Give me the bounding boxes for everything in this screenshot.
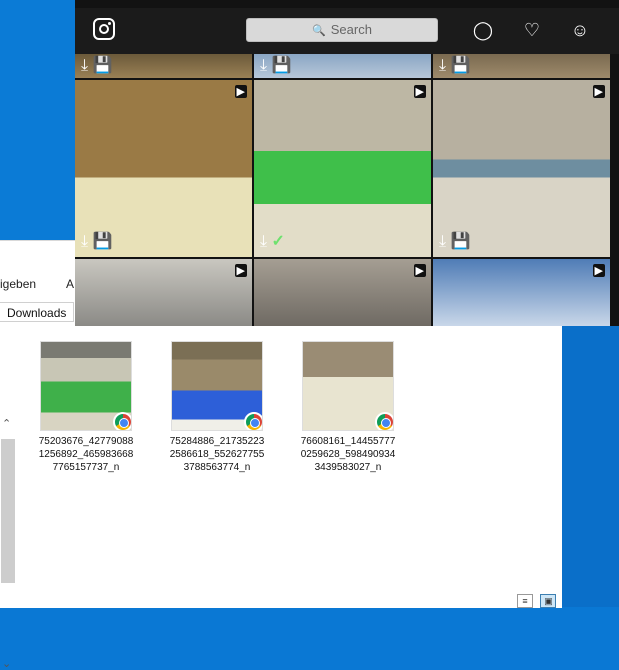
- video-icon: ▶: [234, 264, 247, 277]
- download-save-icons[interactable]: ⤓ 💾: [439, 55, 470, 75]
- scrollbar[interactable]: ⌃ ⌄: [0, 327, 16, 670]
- instagram-header: 🔍 Search ◯ ♡ ☺: [75, 8, 619, 54]
- search-icon: 🔍: [312, 25, 326, 37]
- large-icons-view-icon[interactable]: ▣: [540, 594, 557, 608]
- post-thumbnail[interactable]: ⤓ 💾: [75, 54, 252, 78]
- video-icon: ▶: [413, 264, 426, 277]
- download-save-icons[interactable]: ⤓ 💾: [439, 231, 470, 251]
- search-input[interactable]: 🔍 Search: [246, 18, 438, 42]
- instagram-logo-icon[interactable]: [93, 18, 115, 40]
- file-thumbnail: [171, 341, 263, 431]
- scroll-thumb[interactable]: [1, 439, 15, 583]
- file-thumbnail: [302, 341, 394, 431]
- instagram-window: 🔍 Search ◯ ♡ ☺ ⤓ 💾 ⤓ 💾 ⤓ 💾 ▶ ⤓ 💾 ▶ ⤓ ✓ ▶ …: [75, 0, 619, 326]
- details-view-icon[interactable]: ≡: [517, 594, 533, 608]
- file-item[interactable]: 75284886_217352232586618_552627755378856…: [167, 341, 267, 474]
- post-thumbnail[interactable]: ▶: [75, 259, 252, 326]
- post-thumbnail[interactable]: ⤓ 💾: [433, 54, 610, 78]
- download-check-icons[interactable]: ⤓ ✓: [260, 231, 285, 251]
- file-name: 76608161_144557770259628_598490934343958…: [300, 436, 396, 473]
- checkmark-icon: ✓: [271, 233, 285, 250]
- address-bar[interactable]: Downloads: [0, 302, 74, 322]
- search-placeholder: Search: [330, 22, 372, 37]
- ribbon-tab-view[interactable]: A: [66, 277, 74, 291]
- video-icon: ▶: [413, 85, 426, 98]
- user-icon[interactable]: ☺: [569, 19, 591, 41]
- download-save-icons[interactable]: ⤓ 💾: [81, 231, 112, 251]
- chrome-icon: [113, 412, 131, 430]
- download-save-icons[interactable]: ⤓ 💾: [260, 55, 291, 75]
- video-icon: ▶: [592, 264, 605, 277]
- scroll-down-icon[interactable]: ⌄: [2, 657, 11, 670]
- file-item[interactable]: 75203676_427790881256892_465983668776515…: [36, 341, 136, 474]
- download-save-icons[interactable]: ⤓ 💾: [81, 55, 112, 75]
- desktop-background: [0, 0, 75, 240]
- post-thumbnail[interactable]: ▶ ⤓ 💾: [75, 80, 252, 257]
- heart-icon[interactable]: ♡: [521, 19, 543, 41]
- file-thumbnail: [40, 341, 132, 431]
- chrome-icon: [375, 412, 393, 430]
- chrome-icon: [244, 412, 262, 430]
- post-thumbnail[interactable]: ⤓ 💾: [254, 54, 431, 78]
- view-toggle: ≡ ▣: [514, 591, 557, 609]
- compass-icon[interactable]: ◯: [472, 19, 494, 41]
- post-thumbnail[interactable]: ▶ ⤓ 💾: [433, 80, 610, 257]
- post-thumbnail[interactable]: ▶ ⤓ ✓: [254, 80, 431, 257]
- video-icon: ▶: [592, 85, 605, 98]
- post-thumbnail[interactable]: ▶: [254, 259, 431, 326]
- file-name: 75284886_217352232586618_552627755378856…: [169, 436, 265, 473]
- post-thumbnail[interactable]: ▶: [433, 259, 610, 326]
- file-item[interactable]: 76608161_144557770259628_598490934343958…: [298, 341, 398, 474]
- scroll-up-icon[interactable]: ⌃: [2, 417, 11, 430]
- file-name: 75203676_427790881256892_465983668776515…: [38, 436, 134, 473]
- desktop-background-right: [560, 320, 619, 607]
- ribbon-tab-share[interactable]: igeben: [0, 277, 36, 291]
- video-icon: ▶: [234, 85, 247, 98]
